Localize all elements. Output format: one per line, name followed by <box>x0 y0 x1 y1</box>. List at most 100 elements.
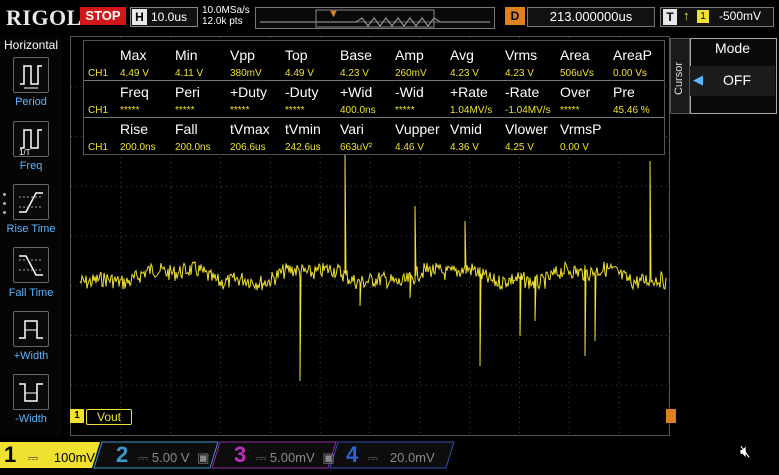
meas-header: Over <box>560 84 591 100</box>
meas-header: Vmid <box>450 121 482 137</box>
positive-width-button[interactable] <box>13 311 49 347</box>
meas-header: Freq <box>120 84 149 100</box>
meas-header: tVmin <box>285 121 321 137</box>
negative-width-button[interactable] <box>13 374 49 410</box>
cursor-mode-value: OFF <box>723 72 751 88</box>
ch3-number: 3 <box>234 442 247 467</box>
meas-header: Avg <box>450 47 474 63</box>
memory-waveform-preview <box>260 9 490 28</box>
ch3-status[interactable]: 3 ⎓ 5.00mV ▣ <box>234 442 335 468</box>
meas-value: 4.49 V <box>120 68 149 79</box>
ch2-number: 2 <box>116 442 129 467</box>
freq-button[interactable]: 1/T <box>13 121 49 157</box>
trigger-level-marker[interactable] <box>666 409 676 423</box>
trigger-source: 1 <box>697 10 709 23</box>
meas-value: ***** <box>285 105 305 116</box>
ch3-scale: 5.00mV <box>269 450 315 465</box>
delay-label: D <box>505 7 525 25</box>
ch1-status[interactable]: 1 ⎓ 100mV <box>4 442 95 468</box>
rise-time-label: Rise Time <box>6 223 56 235</box>
meas-header: Vupper <box>395 121 440 137</box>
rise-time-button[interactable] <box>13 184 49 220</box>
bandwidth-limit-icon: ▣ <box>322 450 335 465</box>
meas-value: 0.00 Vs <box>613 68 647 79</box>
ch1-offset-marker[interactable]: 1 <box>70 409 84 423</box>
period-button[interactable] <box>13 57 49 93</box>
meas-value: 4.11 V <box>175 68 204 79</box>
sample-rate: 10.0MSa/s <box>202 5 250 16</box>
meas-value: 4.23 V <box>505 68 534 79</box>
meas-value: 4.49 V <box>285 68 314 79</box>
delay-value[interactable]: 213.000000us <box>527 7 655 27</box>
freq-label: Freq <box>19 160 43 172</box>
meas-channel: CH1 <box>88 142 109 153</box>
meas-value: 260mV <box>395 68 427 79</box>
memory-depth: 12.0k pts <box>202 16 243 27</box>
meas-header: Top <box>285 47 308 63</box>
meas-value: -1.04MV/s <box>505 105 551 116</box>
meas-value: 200.0ns <box>175 142 211 153</box>
meas-header: Area <box>560 47 590 63</box>
rise-time-icon <box>19 192 43 213</box>
ch4-status[interactable]: 4 ⎓ 20.0mV <box>346 442 435 468</box>
meas-value: 506uVs <box>560 68 594 79</box>
negative-width-label: -Width <box>15 413 47 425</box>
meas-header: Vrms <box>505 47 538 63</box>
cursor-mode-title: Mode <box>714 40 751 56</box>
meas-header: Vpp <box>230 47 255 63</box>
meas-header: Vari <box>340 121 364 137</box>
ch1-label: Vout <box>86 409 132 425</box>
meas-header: -Rate <box>505 84 540 100</box>
meas-value: 4.36 V <box>450 142 479 153</box>
meas-value: 1.04MV/s <box>450 105 493 116</box>
run-stop-status[interactable]: STOP <box>80 7 126 25</box>
meas-header: Rise <box>120 121 149 137</box>
meas-value: 380mV <box>230 68 262 79</box>
meas-value: 400.0ns <box>340 105 376 116</box>
meas-header: -Wid <box>395 84 424 100</box>
svg-text:1/T: 1/T <box>19 148 31 156</box>
trigger-indicator[interactable]: T ↑ 1 -500mV <box>660 7 774 27</box>
meas-header: VrmsP <box>560 121 602 137</box>
ch4-scale: 20.0mV <box>389 450 435 465</box>
ch4-number: 4 <box>346 442 359 467</box>
fall-time-label: Fall Time <box>8 287 54 299</box>
fall-time-icon <box>19 255 43 276</box>
ch2-status[interactable]: 2 ⎓ 5.00 V ▣ <box>116 442 209 468</box>
negative-width-icon <box>19 383 43 402</box>
meas-header: tVmax <box>230 121 270 137</box>
meas-header: +Wid <box>340 84 373 100</box>
meas-header: Fall <box>175 121 198 137</box>
fall-time-button[interactable] <box>13 247 49 283</box>
ch2-scale: 5.00 V <box>151 450 190 465</box>
meas-value: ***** <box>175 105 195 116</box>
speaker-mute-icon[interactable]: 🔇︎ <box>740 442 751 462</box>
panel-title: Horizontal <box>3 38 59 52</box>
meas-value: 4.46 V <box>395 142 424 153</box>
meas-header: +Rate <box>450 84 488 100</box>
meas-value: ***** <box>395 105 415 116</box>
select-arrow-icon: ◀ <box>693 72 703 87</box>
cursor-tab[interactable]: Cursor <box>670 38 690 114</box>
ch1-scale: 100mV <box>53 450 96 465</box>
memory-position-bar[interactable]: ▼ <box>255 7 495 29</box>
period-icon <box>20 65 42 89</box>
timebase-indicator[interactable]: H 10.0us <box>130 7 198 27</box>
brand-logo: RIGOL <box>6 5 82 30</box>
measurement-table: Max Min Vpp Top Base Amp Avg Vrms Area A… <box>83 40 665 155</box>
dc-coupling-icon: ⎓ <box>27 450 39 465</box>
meas-value: 45.46 % <box>613 105 650 116</box>
dc-coupling-icon: ⎓ <box>367 450 379 465</box>
meas-value: 242.6us <box>285 142 321 153</box>
meas-header: -Duty <box>285 84 319 100</box>
frequency-icon: 1/T <box>19 129 42 157</box>
meas-value: 206.6us <box>230 142 266 153</box>
meas-header: Base <box>340 47 372 63</box>
trigger-label: T <box>663 9 677 25</box>
period-label: Period <box>15 96 47 108</box>
meas-value: 0.00 V <box>560 142 589 153</box>
meas-header: Amp <box>395 47 424 63</box>
scroll-indicator <box>3 193 7 220</box>
timebase-value: 10.0us <box>151 10 188 24</box>
meas-value: 4.23 V <box>340 68 369 79</box>
